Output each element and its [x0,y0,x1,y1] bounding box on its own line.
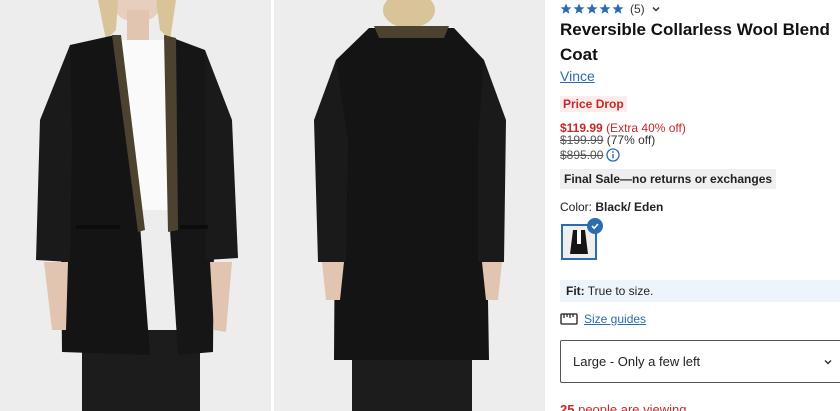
info-icon[interactable] [606,148,621,162]
fit-info: Fit: True to size. [560,280,840,302]
final-sale-notice: Final Sale—no returns or exchanges [560,169,777,189]
star-rating [560,3,624,15]
fit-value: True to size. [587,284,654,298]
color-swatch-black-eden[interactable] [561,218,603,260]
product-image-back[interactable] [274,0,545,411]
star-icon [586,3,598,14]
original-price-line: $199.99 (77% off) [560,133,655,147]
chevron-down-icon [824,359,832,365]
viewing-count-notice: 25 people are viewing [560,402,687,411]
check-icon [587,218,603,234]
coat-front-illustration [0,0,271,411]
color-value: Black/ Eden [595,200,664,214]
star-icon [612,3,624,14]
compare-price-line: $895.00 [560,148,621,162]
size-guides-label: Size guides [584,312,647,326]
coat-back-illustration [274,0,545,411]
chevron-down-icon [652,6,660,12]
star-icon [599,3,611,14]
ruler-icon [560,313,578,325]
brand-link[interactable]: Vince [560,68,595,84]
viewing-text: people are viewing [578,402,687,411]
viewing-count: 25 [560,402,575,411]
size-selected-value: Large - Only a few left [573,354,701,369]
rating-row[interactable]: (5) [560,2,661,16]
product-details: (5) Reversible Collarless Wool Blend Coa… [560,0,840,411]
product-gallery [0,0,545,411]
star-icon [573,3,585,14]
price-drop-badge: Price Drop [560,96,627,112]
color-label: Color: [560,200,593,214]
compare-price: $895.00 [560,148,604,162]
product-title: Reversible Collarless Wool Blend Coat [560,20,830,64]
original-discount: (77% off) [606,133,656,147]
rating-count: (5) [630,2,645,16]
color-line: Color: Black/ Eden [560,200,663,214]
original-price: $199.99 [560,133,604,147]
size-guides-link[interactable]: Size guides [560,312,646,326]
product-image-front[interactable] [0,0,271,411]
star-icon [560,3,572,14]
fit-label: Fit: [566,284,585,298]
size-select[interactable]: Large - Only a few left [560,340,840,383]
